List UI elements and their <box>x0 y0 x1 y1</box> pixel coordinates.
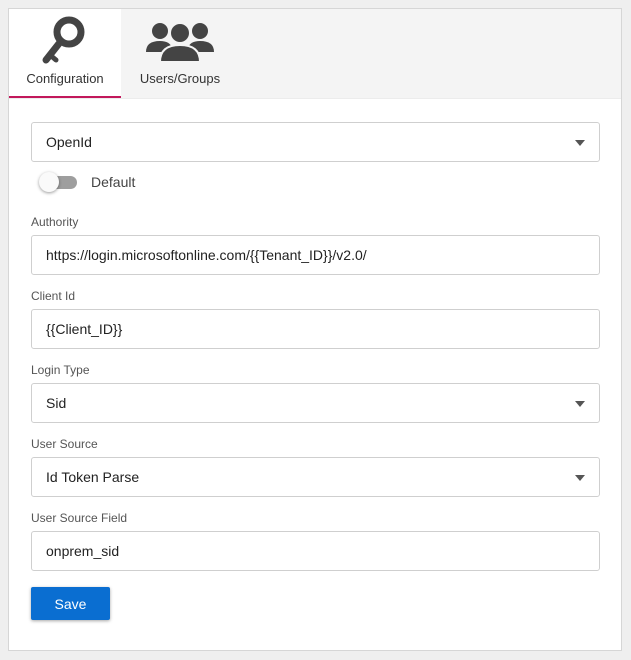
configuration-form: OpenId Default Authority https://login.m… <box>31 122 601 620</box>
tab-users-groups-label: Users/Groups <box>139 71 221 86</box>
login-type-value: Sid <box>46 395 67 411</box>
caret-down-icon <box>575 140 585 146</box>
authority-label: Authority <box>31 215 79 229</box>
tab-bar: Configuration Users/Groups <box>9 9 621 99</box>
client-id-input[interactable]: {{Client_ID}} <box>31 309 600 349</box>
login-type-select[interactable]: Sid <box>31 383 600 423</box>
login-type-label: Login Type <box>31 363 90 377</box>
provider-select-value: OpenId <box>46 134 92 150</box>
user-source-field-group: User Source Field onprem_sid <box>31 511 601 571</box>
user-source-label: User Source <box>31 437 98 451</box>
tab-configuration[interactable]: Configuration <box>9 9 121 98</box>
caret-down-icon <box>575 401 585 407</box>
key-icon <box>37 15 93 67</box>
toggle-knob <box>39 172 59 192</box>
provider-select[interactable]: OpenId <box>31 122 600 162</box>
save-button[interactable]: Save <box>31 587 110 620</box>
authority-input[interactable]: https://login.microsoftonline.com/{{Tena… <box>31 235 600 275</box>
tab-users-groups[interactable]: Users/Groups <box>121 9 239 98</box>
default-toggle[interactable] <box>39 172 79 192</box>
user-source-field-input[interactable]: onprem_sid <box>31 531 600 571</box>
default-toggle-row: Default <box>39 162 601 202</box>
user-source-value: Id Token Parse <box>46 469 140 485</box>
settings-panel: Configuration Users/Groups OpenId Defaul… <box>8 8 622 651</box>
users-icon <box>146 15 214 67</box>
login-type-group: Login Type Sid <box>31 363 601 423</box>
authority-value: https://login.microsoftonline.com/{{Tena… <box>46 247 367 263</box>
tab-configuration-label: Configuration <box>26 71 104 86</box>
user-source-field-value: onprem_sid <box>46 543 120 559</box>
client-id-group: Client Id {{Client_ID}} <box>31 289 601 349</box>
user-source-field-label: User Source Field <box>31 511 128 525</box>
client-id-value: {{Client_ID}} <box>46 321 123 337</box>
client-id-label: Client Id <box>31 289 76 303</box>
caret-down-icon <box>575 475 585 481</box>
user-source-select[interactable]: Id Token Parse <box>31 457 600 497</box>
user-source-group: User Source Id Token Parse <box>31 437 601 497</box>
default-toggle-label: Default <box>91 174 136 190</box>
authority-group: Authority https://login.microsoftonline.… <box>31 215 601 275</box>
